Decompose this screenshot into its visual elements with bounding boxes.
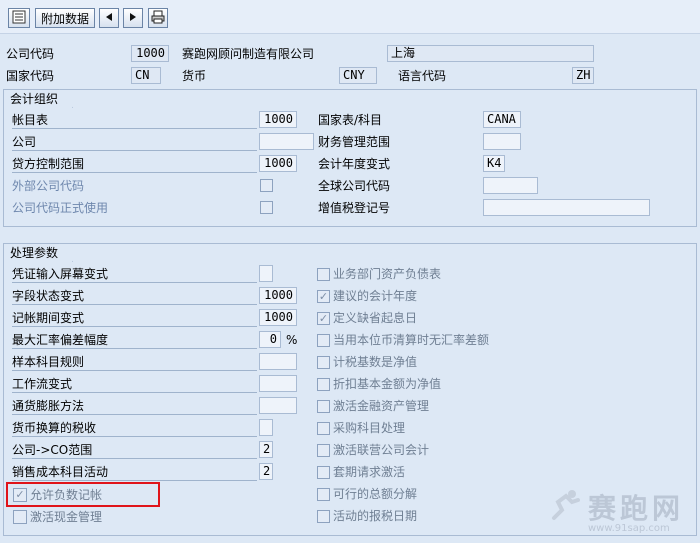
country-code-field: CN <box>131 67 161 84</box>
currency-label: 货币 <box>182 69 207 83</box>
workflow-variant-label: 工作流变式 <box>12 375 257 393</box>
processing-parameters-title: 处理参数 <box>3 243 73 262</box>
company-label: 公司 <box>12 133 257 151</box>
field-status-variant-label: 字段状态变式 <box>12 287 257 305</box>
chart-of-accounts-field[interactable]: 1000 <box>259 111 297 128</box>
discount-base-net-checkbox[interactable] <box>317 378 330 391</box>
doc-entry-screen-variant-label: 凭证输入屏幕变式 <box>12 265 257 283</box>
purchase-account-processing-checkbox[interactable] <box>317 422 330 435</box>
country-chart-label: 国家表/科目 <box>318 113 383 127</box>
cost-of-sales-accounting-field[interactable]: 2 <box>259 463 273 480</box>
external-company-code-label: 外部公司代码 <box>12 179 85 193</box>
discount-base-net-label: 折扣基本金额为净值 <box>333 377 442 391</box>
cash-management-checkbox[interactable] <box>13 510 27 524</box>
language-code-field: ZH <box>572 67 594 84</box>
tax-base-net-checkbox[interactable] <box>317 356 330 369</box>
workflow-variant-field[interactable] <box>259 375 297 392</box>
gross-split-label: 可行的总额分解 <box>333 487 418 501</box>
global-company-code-field[interactable] <box>483 177 538 194</box>
cost-of-sales-accounting-label: 销售成本科目活动 <box>12 463 257 481</box>
application-toolbar: 附加数据 <box>0 0 700 34</box>
co-area-assignment-label: 公司->CO范围 <box>12 441 257 459</box>
watermark-url: www.91sap.com <box>588 523 670 534</box>
tax-reporting-date-checkbox[interactable] <box>317 510 330 523</box>
hedge-request-label: 套期请求激活 <box>333 465 406 479</box>
doc-entry-screen-variant-field[interactable] <box>259 265 273 282</box>
global-company-code-label: 全球公司代码 <box>318 179 391 193</box>
fm-area-field[interactable] <box>483 133 521 150</box>
no-fx-diff-clearing-checkbox[interactable] <box>317 334 330 347</box>
company-code-productive-checkbox[interactable] <box>260 201 273 214</box>
triangle-right-icon <box>128 11 138 25</box>
tax-currency-translation-field[interactable] <box>259 419 273 436</box>
max-exchange-rate-deviation-label: 最大汇率偏差幅度 <box>12 331 257 349</box>
language-code-label: 语言代码 <box>398 69 447 83</box>
tax-reporting-date-label: 活动的报税日期 <box>333 509 418 523</box>
posting-period-variant-field[interactable]: 1000 <box>259 309 297 326</box>
sample-account-rules-label: 样本科目规则 <box>12 353 257 371</box>
highlight-box <box>6 482 160 507</box>
no-fx-diff-clearing-label: 当用本位币清算时无汇率差额 <box>333 333 490 347</box>
posting-period-variant-label: 记帐期间变式 <box>12 309 257 327</box>
fiscal-year-variant-field[interactable]: K4 <box>483 155 505 172</box>
cash-management-label: 激活现金管理 <box>30 510 103 524</box>
credit-control-area-label: 贷方控制范围 <box>12 155 257 173</box>
business-area-bs-label: 业务部门资产负债表 <box>333 267 442 281</box>
chart-of-accounts-label: 帐目表 <box>12 111 257 129</box>
financial-assets-mgmt-checkbox[interactable] <box>317 400 330 413</box>
company-code-label: 公司代码 <box>6 47 55 61</box>
inflation-method-label: 通货膨胀方法 <box>12 397 257 415</box>
watermark: 赛跑网 www.91sap.com <box>548 487 684 534</box>
triangle-left-icon <box>104 11 114 25</box>
currency-field: CNY <box>339 67 377 84</box>
city-field: 上海 <box>387 45 594 62</box>
default-value-date-label: 定义缺省起息日 <box>333 311 418 325</box>
vat-registration-field[interactable] <box>483 199 650 216</box>
max-exchange-rate-deviation-field[interactable]: 0 <box>259 331 281 348</box>
tax-currency-translation-label: 货币换算的税收 <box>12 419 257 437</box>
hedge-request-checkbox[interactable] <box>317 466 330 479</box>
field-status-variant-field[interactable]: 1000 <box>259 287 297 304</box>
company-field[interactable] <box>259 133 314 150</box>
jv-accounting-checkbox[interactable] <box>317 444 330 457</box>
fm-area-label: 财务管理范围 <box>318 135 391 149</box>
financial-assets-mgmt-label: 激活金融资产管理 <box>333 399 430 413</box>
company-name-text: 赛跑网顾问制造有限公司 <box>182 47 315 61</box>
credit-control-area-field[interactable]: 1000 <box>259 155 297 172</box>
gross-split-checkbox[interactable] <box>317 488 330 501</box>
country-chart-field[interactable]: CANA <box>483 111 521 128</box>
vat-registration-label: 增值税登记号 <box>318 201 391 215</box>
accounting-organization-title: 会计组织 <box>3 89 73 108</box>
additional-data-label: 附加数据 <box>40 11 89 26</box>
tax-base-net-label: 计税基数是净值 <box>333 355 418 369</box>
purchase-account-processing-label: 采购科目处理 <box>333 421 406 435</box>
document-list-icon <box>12 10 26 27</box>
country-code-label: 国家代码 <box>6 69 55 83</box>
company-code-field: 1000 <box>131 45 169 62</box>
next-entry-button[interactable] <box>123 8 143 28</box>
overview-button[interactable] <box>8 8 30 28</box>
inflation-method-field[interactable] <box>259 397 297 414</box>
percent-unit: % <box>286 333 298 347</box>
printer-icon <box>151 10 165 27</box>
sample-account-rules-field[interactable] <box>259 353 297 370</box>
company-code-productive-label: 公司代码正式使用 <box>12 201 109 215</box>
fiscal-year-variant-label: 会计年度变式 <box>318 157 391 171</box>
watermark-brand: 赛跑网 <box>588 492 685 525</box>
default-value-date-checkbox[interactable]: ✓ <box>317 312 330 325</box>
external-company-code-checkbox[interactable] <box>260 179 273 192</box>
runner-logo-icon <box>548 488 584 527</box>
propose-fiscal-year-checkbox[interactable]: ✓ <box>317 290 330 303</box>
previous-entry-button[interactable] <box>99 8 119 28</box>
print-button[interactable] <box>148 8 168 28</box>
propose-fiscal-year-label: 建议的会计年度 <box>333 289 418 303</box>
co-area-assignment-field[interactable]: 2 <box>259 441 273 458</box>
additional-data-button[interactable]: 附加数据 <box>35 8 95 28</box>
jv-accounting-label: 激活联营公司会计 <box>333 443 430 457</box>
business-area-bs-checkbox[interactable] <box>317 268 330 281</box>
